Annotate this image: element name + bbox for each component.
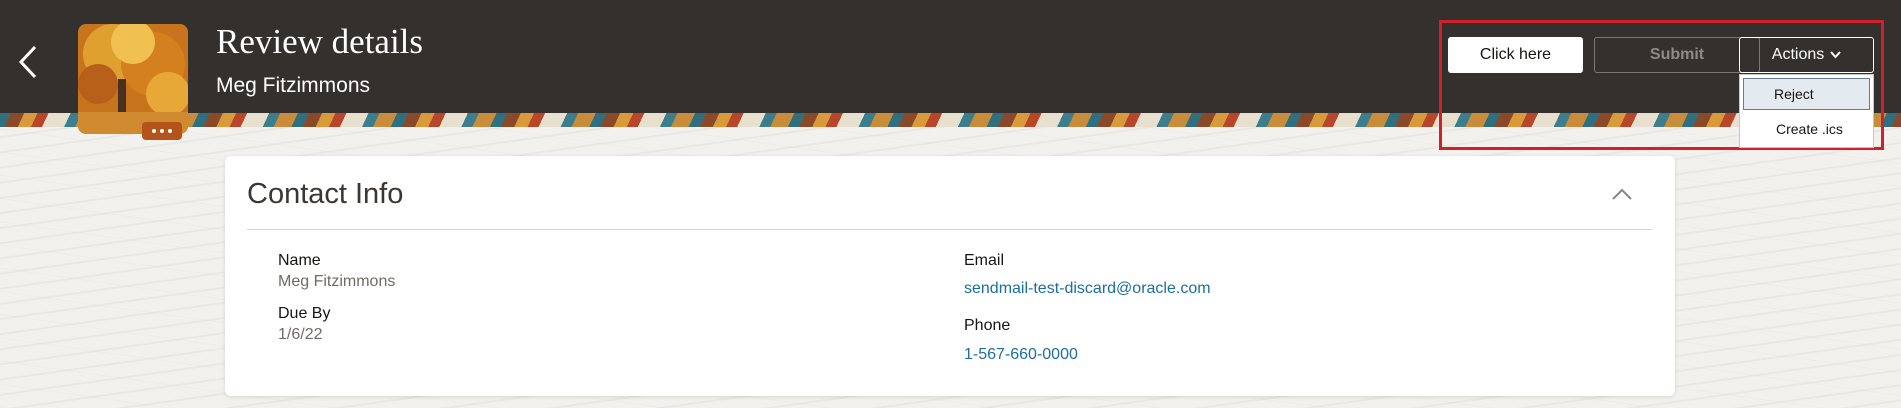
page-subtitle: Meg Fitzimmons [216,74,371,97]
email-label: Email [964,252,1005,269]
avatar-more-button[interactable] [142,122,182,140]
contact-info-card: Contact Info Name Meg Fitzimmons Due By … [225,156,1675,396]
page-title: Review details [216,22,424,61]
name-label: Name [278,252,321,269]
name-value: Meg Fitzimmons [278,273,396,290]
section-divider [247,229,1652,230]
phone-link[interactable]: 1-567-660-0000 [964,346,1078,364]
click-here-button[interactable]: Click here [1448,37,1583,73]
due-by-label: Due By [278,305,331,322]
email-link[interactable]: sendmail-test-discard@oracle.com [964,280,1211,298]
chevron-down-icon [1830,51,1841,59]
phone-label: Phone [964,317,1011,334]
avatar [78,24,188,134]
chevron-left-icon [18,45,37,79]
menu-item-create-ics[interactable]: Create .ics [1743,113,1870,145]
actions-dropdown-button[interactable]: Actions [1739,37,1874,73]
submit-button[interactable]: Submit [1594,37,1760,73]
actions-menu: Reject Create .ics [1739,74,1874,148]
actions-label: Actions [1771,46,1825,63]
section-title: Contact Info [247,178,404,210]
back-button[interactable] [10,40,46,84]
collapse-button[interactable] [1610,182,1634,206]
menu-item-reject[interactable]: Reject [1743,78,1870,110]
due-by-value: 1/6/22 [278,326,323,343]
chevron-up-icon [1612,188,1632,200]
ellipsis-icon [152,129,156,133]
